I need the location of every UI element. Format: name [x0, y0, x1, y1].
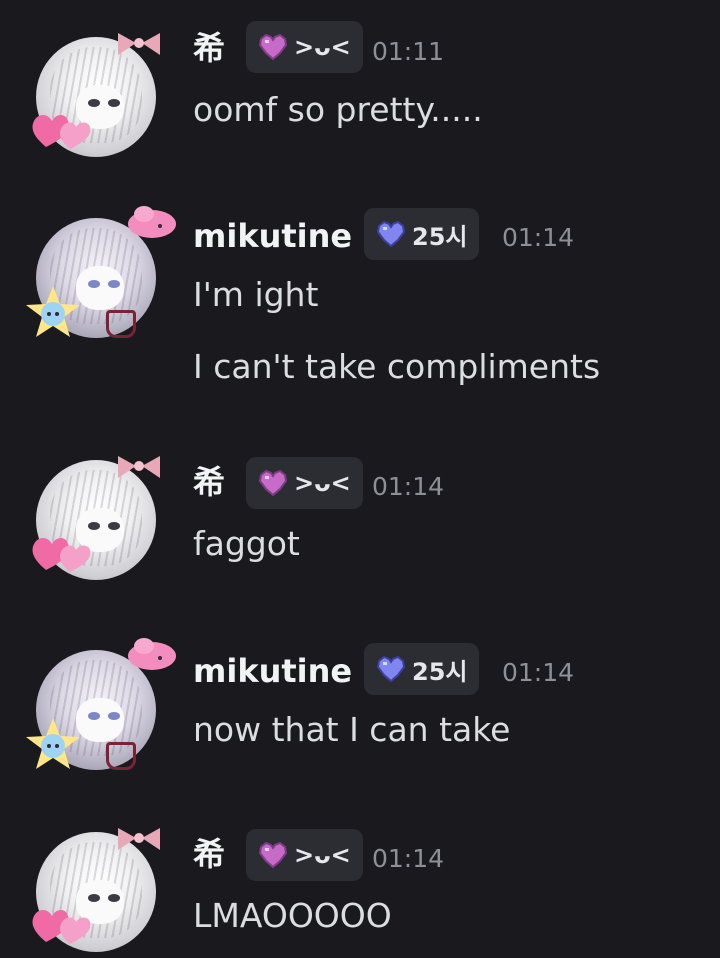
timestamp: 01:14: [502, 658, 575, 687]
avatar-eye: [108, 894, 120, 902]
author-name[interactable]: mikutine: [193, 651, 352, 691]
author-name[interactable]: 希: [193, 834, 225, 874]
timestamp: 01:14: [372, 844, 445, 873]
pink-pixel-heart-icon: [258, 470, 288, 496]
pink-hearts-decoration: [32, 538, 91, 572]
role-tag[interactable]: 25시: [364, 643, 480, 695]
pink-plush-decoration: [128, 206, 176, 238]
bow-decoration: [118, 456, 160, 478]
bow-decoration: [118, 828, 160, 850]
author-name[interactable]: 希: [193, 462, 225, 502]
message-text: I'm ight: [193, 275, 319, 314]
author-name[interactable]: 希: [193, 28, 225, 68]
author-name[interactable]: mikutine: [193, 216, 352, 256]
role-tag[interactable]: 25시: [364, 208, 480, 260]
blue-pixel-heart-icon: [376, 221, 406, 247]
avatar[interactable]: [32, 456, 160, 580]
pink-plush-decoration: [128, 638, 176, 670]
pink-pixel-heart-icon: [258, 34, 288, 60]
role-tag[interactable]: >ᴗ<: [246, 829, 363, 881]
avatar-face: [76, 698, 124, 742]
timestamp: 01:14: [502, 223, 575, 252]
pink-hearts-decoration: [32, 115, 91, 149]
avatar-eye: [108, 280, 120, 288]
timestamp: 01:14: [372, 472, 445, 501]
star-plush-decoration: [26, 286, 80, 337]
message-text: I can't take compliments: [193, 347, 601, 386]
avatar[interactable]: [26, 206, 176, 338]
tag-text: 25시: [412, 222, 468, 251]
ribbon-decoration: [106, 742, 136, 770]
avatar-eye: [88, 894, 100, 902]
avatar-eye: [108, 712, 120, 720]
avatar-eye: [88, 522, 100, 530]
message-text: oomf so pretty.....: [193, 90, 483, 129]
avatar-eye: [88, 280, 100, 288]
timestamp: 01:11: [372, 37, 445, 66]
message-text: faggot: [193, 524, 300, 563]
role-tag[interactable]: >ᴗ<: [246, 457, 363, 509]
star-plush-decoration: [26, 718, 80, 769]
bow-decoration: [118, 33, 160, 55]
pink-pixel-heart-icon: [258, 842, 288, 868]
tag-text: >ᴗ<: [294, 33, 351, 61]
avatar[interactable]: [32, 828, 160, 952]
avatar[interactable]: [26, 638, 176, 770]
tag-text: 25시: [412, 657, 468, 686]
avatar-eye: [108, 99, 120, 107]
blue-pixel-heart-icon: [376, 656, 406, 682]
message-text: now that I can take: [193, 710, 511, 749]
tag-text: >ᴗ<: [294, 841, 351, 869]
message-text: LMAOOOOO: [193, 896, 392, 935]
avatar[interactable]: [32, 33, 160, 157]
avatar-face: [76, 266, 124, 310]
avatar-eye: [88, 712, 100, 720]
role-tag[interactable]: >ᴗ<: [246, 21, 363, 73]
tag-text: >ᴗ<: [294, 469, 351, 497]
avatar-eye: [108, 522, 120, 530]
ribbon-decoration: [106, 310, 136, 338]
avatar-eye: [88, 99, 100, 107]
pink-hearts-decoration: [32, 910, 91, 944]
